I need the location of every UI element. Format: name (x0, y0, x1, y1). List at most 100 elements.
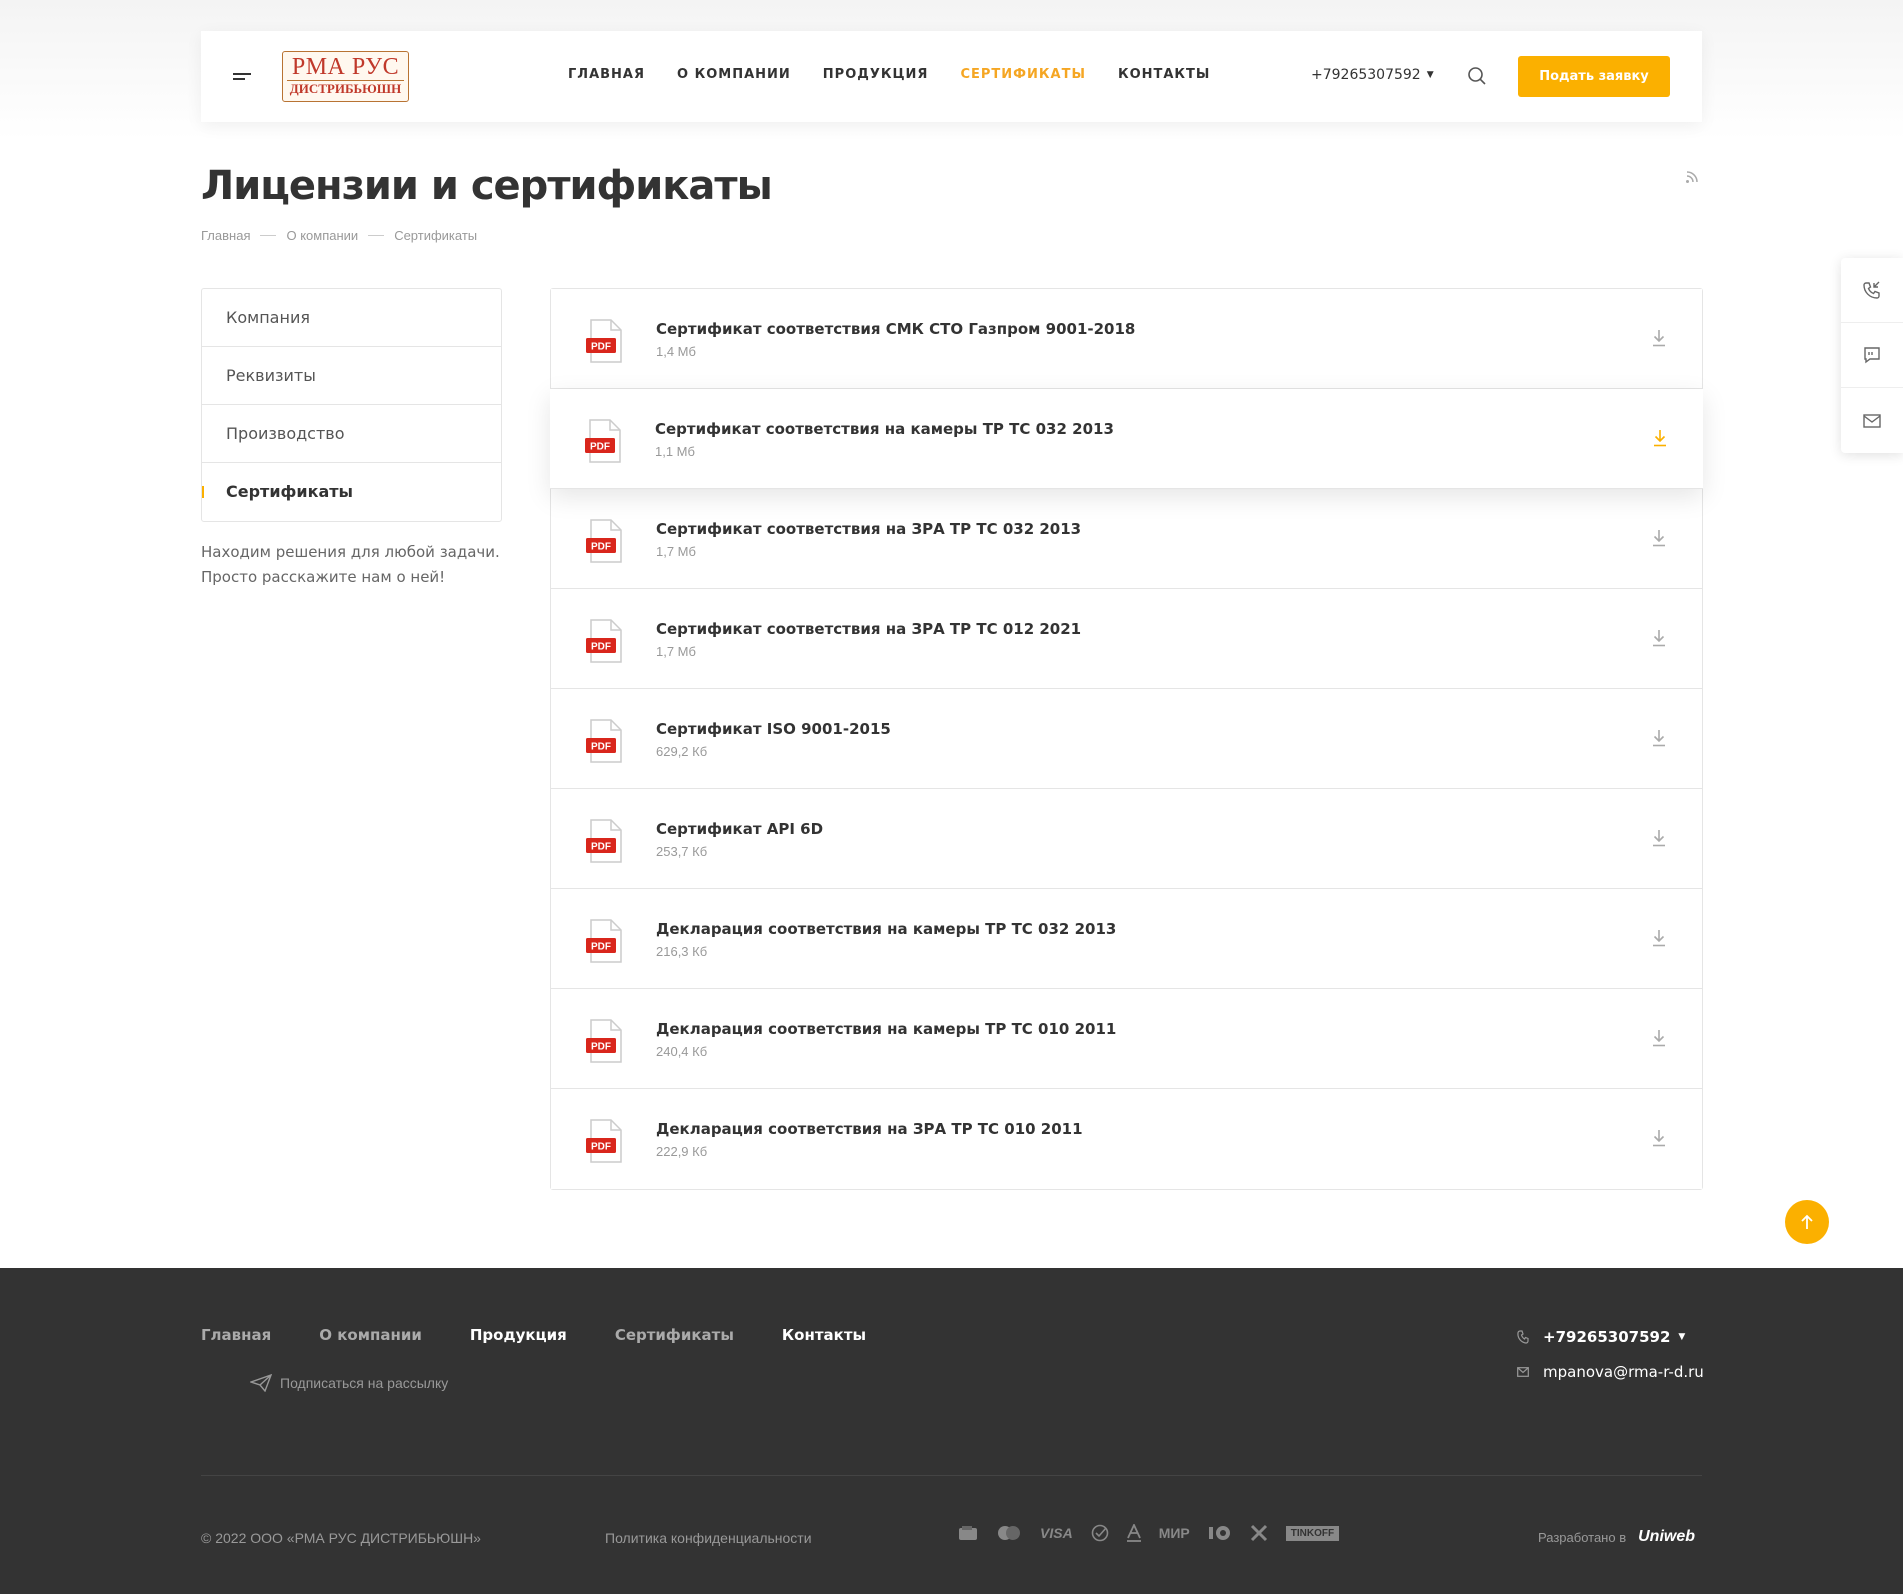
svg-text:PDF: PDF (591, 742, 611, 753)
document-title[interactable]: Сертификат соответствия на ЗРА ТР ТС 032… (656, 520, 1081, 538)
rss-icon[interactable] (1684, 167, 1702, 185)
callback-widget[interactable] (1841, 258, 1903, 323)
nav-contacts[interactable]: Контакты (1118, 67, 1210, 82)
footer-email-address: mpanova@rma-r-d.ru (1543, 1363, 1704, 1381)
chat-widget[interactable] (1841, 323, 1903, 388)
scroll-top-button[interactable] (1785, 1200, 1829, 1244)
submit-request-button[interactable]: Подать заявку (1518, 56, 1670, 97)
download-icon[interactable] (1652, 1129, 1666, 1147)
document-row[interactable]: PDF Декларация соответствия на камеры ТР … (551, 989, 1702, 1089)
download-icon[interactable] (1652, 329, 1666, 347)
document-row[interactable]: PDF Сертификат соответствия на камеры ТР … (550, 389, 1703, 489)
nav-certificates[interactable]: Сертификаты (960, 67, 1086, 82)
document-title[interactable]: Декларация соответствия на камеры ТР ТС … (656, 1020, 1116, 1038)
footer-phone[interactable]: +79265307592 ▼ (1517, 1328, 1704, 1346)
breadcrumb-separator (368, 235, 385, 236)
footer-nav-certificates[interactable]: Сертификаты (615, 1326, 734, 1344)
document-size: 1,1 Мб (655, 444, 695, 459)
download-icon[interactable] (1652, 1029, 1666, 1047)
sidebar-text: Находим решения для любой задачи. Просто… (201, 540, 511, 590)
chevron-down-icon: ▼ (1678, 1332, 1686, 1342)
footer-email[interactable]: mpanova@rma-r-d.ru (1517, 1363, 1704, 1381)
sidebar-item-production[interactable]: Производство (202, 405, 501, 463)
chat-icon (1864, 347, 1880, 364)
pdf-icon: PDF (585, 419, 621, 463)
logo-line2: ДИСТРИБЬЮШН (287, 80, 404, 97)
mir-icon: мир (1158, 1525, 1190, 1541)
x-pay-icon (1250, 1524, 1267, 1542)
download-icon[interactable] (1652, 829, 1666, 847)
breadcrumb-company[interactable]: О компании (286, 228, 358, 243)
svg-text:PDF: PDF (591, 1142, 611, 1153)
sidebar-text-line: Просто расскажите нам о ней! (201, 568, 446, 586)
phone-number: +79265307592 (1311, 67, 1421, 83)
mail-icon (1863, 413, 1881, 428)
document-title[interactable]: Сертификат соответствия на ЗРА ТР ТС 012… (656, 620, 1081, 638)
document-row[interactable]: PDF Сертификат соответствия на ЗРА ТР ТС … (551, 589, 1702, 689)
breadcrumb-home[interactable]: Главная (201, 228, 250, 243)
menu-icon[interactable] (233, 73, 251, 83)
logo[interactable]: РМА РУС ДИСТРИБЬЮШН (282, 51, 409, 102)
footer-nav-company[interactable]: О компании (319, 1326, 422, 1344)
sidebar-item-company[interactable]: Компания (202, 289, 501, 347)
document-title[interactable]: Сертификат соответствия на камеры ТР ТС … (655, 420, 1114, 438)
alfa-icon (1126, 1524, 1141, 1542)
svg-text:PDF: PDF (591, 342, 611, 353)
document-title[interactable]: Сертификат ISO 9001-2015 (656, 720, 891, 738)
developer-logo[interactable]: Uniweb (1638, 1528, 1695, 1546)
footer-nav-contacts[interactable]: Контакты (782, 1326, 866, 1344)
pdf-icon: PDF (586, 719, 622, 763)
document-row[interactable]: PDF Декларация соответствия на ЗРА ТР ТС … (551, 1089, 1702, 1189)
nav-company[interactable]: О компании (677, 67, 791, 82)
send-icon (250, 1374, 272, 1392)
copyright: © 2022 ООО «РМА РУС ДИСТРИБЬЮШН» (201, 1530, 481, 1546)
svg-text:PDF: PDF (591, 542, 611, 553)
chevron-down-icon: ▼ (1426, 70, 1434, 80)
documents-list: PDF Сертификат соответствия СМК СТО Газпр… (550, 288, 1703, 1190)
svg-text:PDF: PDF (591, 642, 611, 653)
mastercard-icon (998, 1526, 1020, 1540)
document-row[interactable]: PDF Сертификат ISO 9001-2015 629,2 Кб (551, 689, 1702, 789)
document-title[interactable]: Декларация соответствия на камеры ТР ТС … (656, 920, 1116, 938)
document-row[interactable]: PDF Декларация соответствия на камеры ТР … (551, 889, 1702, 989)
payment-icons: visa мир tinkoff (958, 1524, 1340, 1542)
wallet-icon (959, 1526, 977, 1540)
document-row[interactable]: PDF Сертификат API 6D 253,7 Кб (551, 789, 1702, 889)
footer-nav-products[interactable]: Продукция (470, 1326, 567, 1344)
download-icon[interactable] (1652, 729, 1666, 747)
document-title[interactable]: Декларация соответствия на ЗРА ТР ТС 010… (656, 1120, 1083, 1138)
document-title[interactable]: Сертификат соответствия СМК СТО Газпром … (656, 320, 1135, 338)
nav-home[interactable]: Главная (568, 67, 645, 82)
yumoney-icon (1208, 1526, 1230, 1540)
document-title[interactable]: Сертификат API 6D (656, 820, 823, 838)
pdf-icon: PDF (586, 319, 622, 363)
check-circle-icon (1091, 1524, 1108, 1542)
footer-phone-number: +79265307592 (1543, 1328, 1671, 1346)
sidebar-menu: Компания Реквизиты Производство Сертифик… (201, 288, 502, 522)
document-size: 1,4 Мб (656, 344, 696, 359)
footer-nav-home[interactable]: Главная (201, 1326, 271, 1344)
document-row[interactable]: PDF Сертификат соответствия СМК СТО Газпр… (551, 289, 1702, 389)
download-icon[interactable] (1653, 429, 1667, 447)
footer: Главная О компании Продукция Сертификаты… (0, 1268, 1903, 1594)
header-phone[interactable]: +79265307592 ▼ (1311, 67, 1434, 83)
download-icon[interactable] (1652, 529, 1666, 547)
footer-contacts: +79265307592 ▼ mpanova@rma-r-d.ru (1517, 1328, 1704, 1398)
svg-text:PDF: PDF (591, 942, 611, 953)
pdf-icon: PDF (586, 819, 622, 863)
download-icon[interactable] (1652, 929, 1666, 947)
svg-text:PDF: PDF (591, 842, 611, 853)
sidebar-text-line: Находим решения для любой задачи. (201, 543, 500, 561)
subscribe-link[interactable]: Подписаться на рассылку (250, 1374, 448, 1392)
email-widget[interactable] (1841, 388, 1903, 453)
phone-icon (1517, 1330, 1529, 1344)
search-icon[interactable] (1467, 66, 1487, 86)
svg-text:PDF: PDF (591, 1042, 611, 1053)
sidebar-item-requisites[interactable]: Реквизиты (202, 347, 501, 405)
developed-by-label: Разработано в (1538, 1529, 1627, 1545)
nav-products[interactable]: Продукция (823, 67, 929, 82)
document-row[interactable]: PDF Сертификат соответствия на ЗРА ТР ТС … (551, 489, 1702, 589)
sidebar-item-certificates[interactable]: Сертификаты (202, 463, 501, 521)
privacy-policy-link[interactable]: Политика конфиденциальности (605, 1530, 812, 1546)
download-icon[interactable] (1652, 629, 1666, 647)
